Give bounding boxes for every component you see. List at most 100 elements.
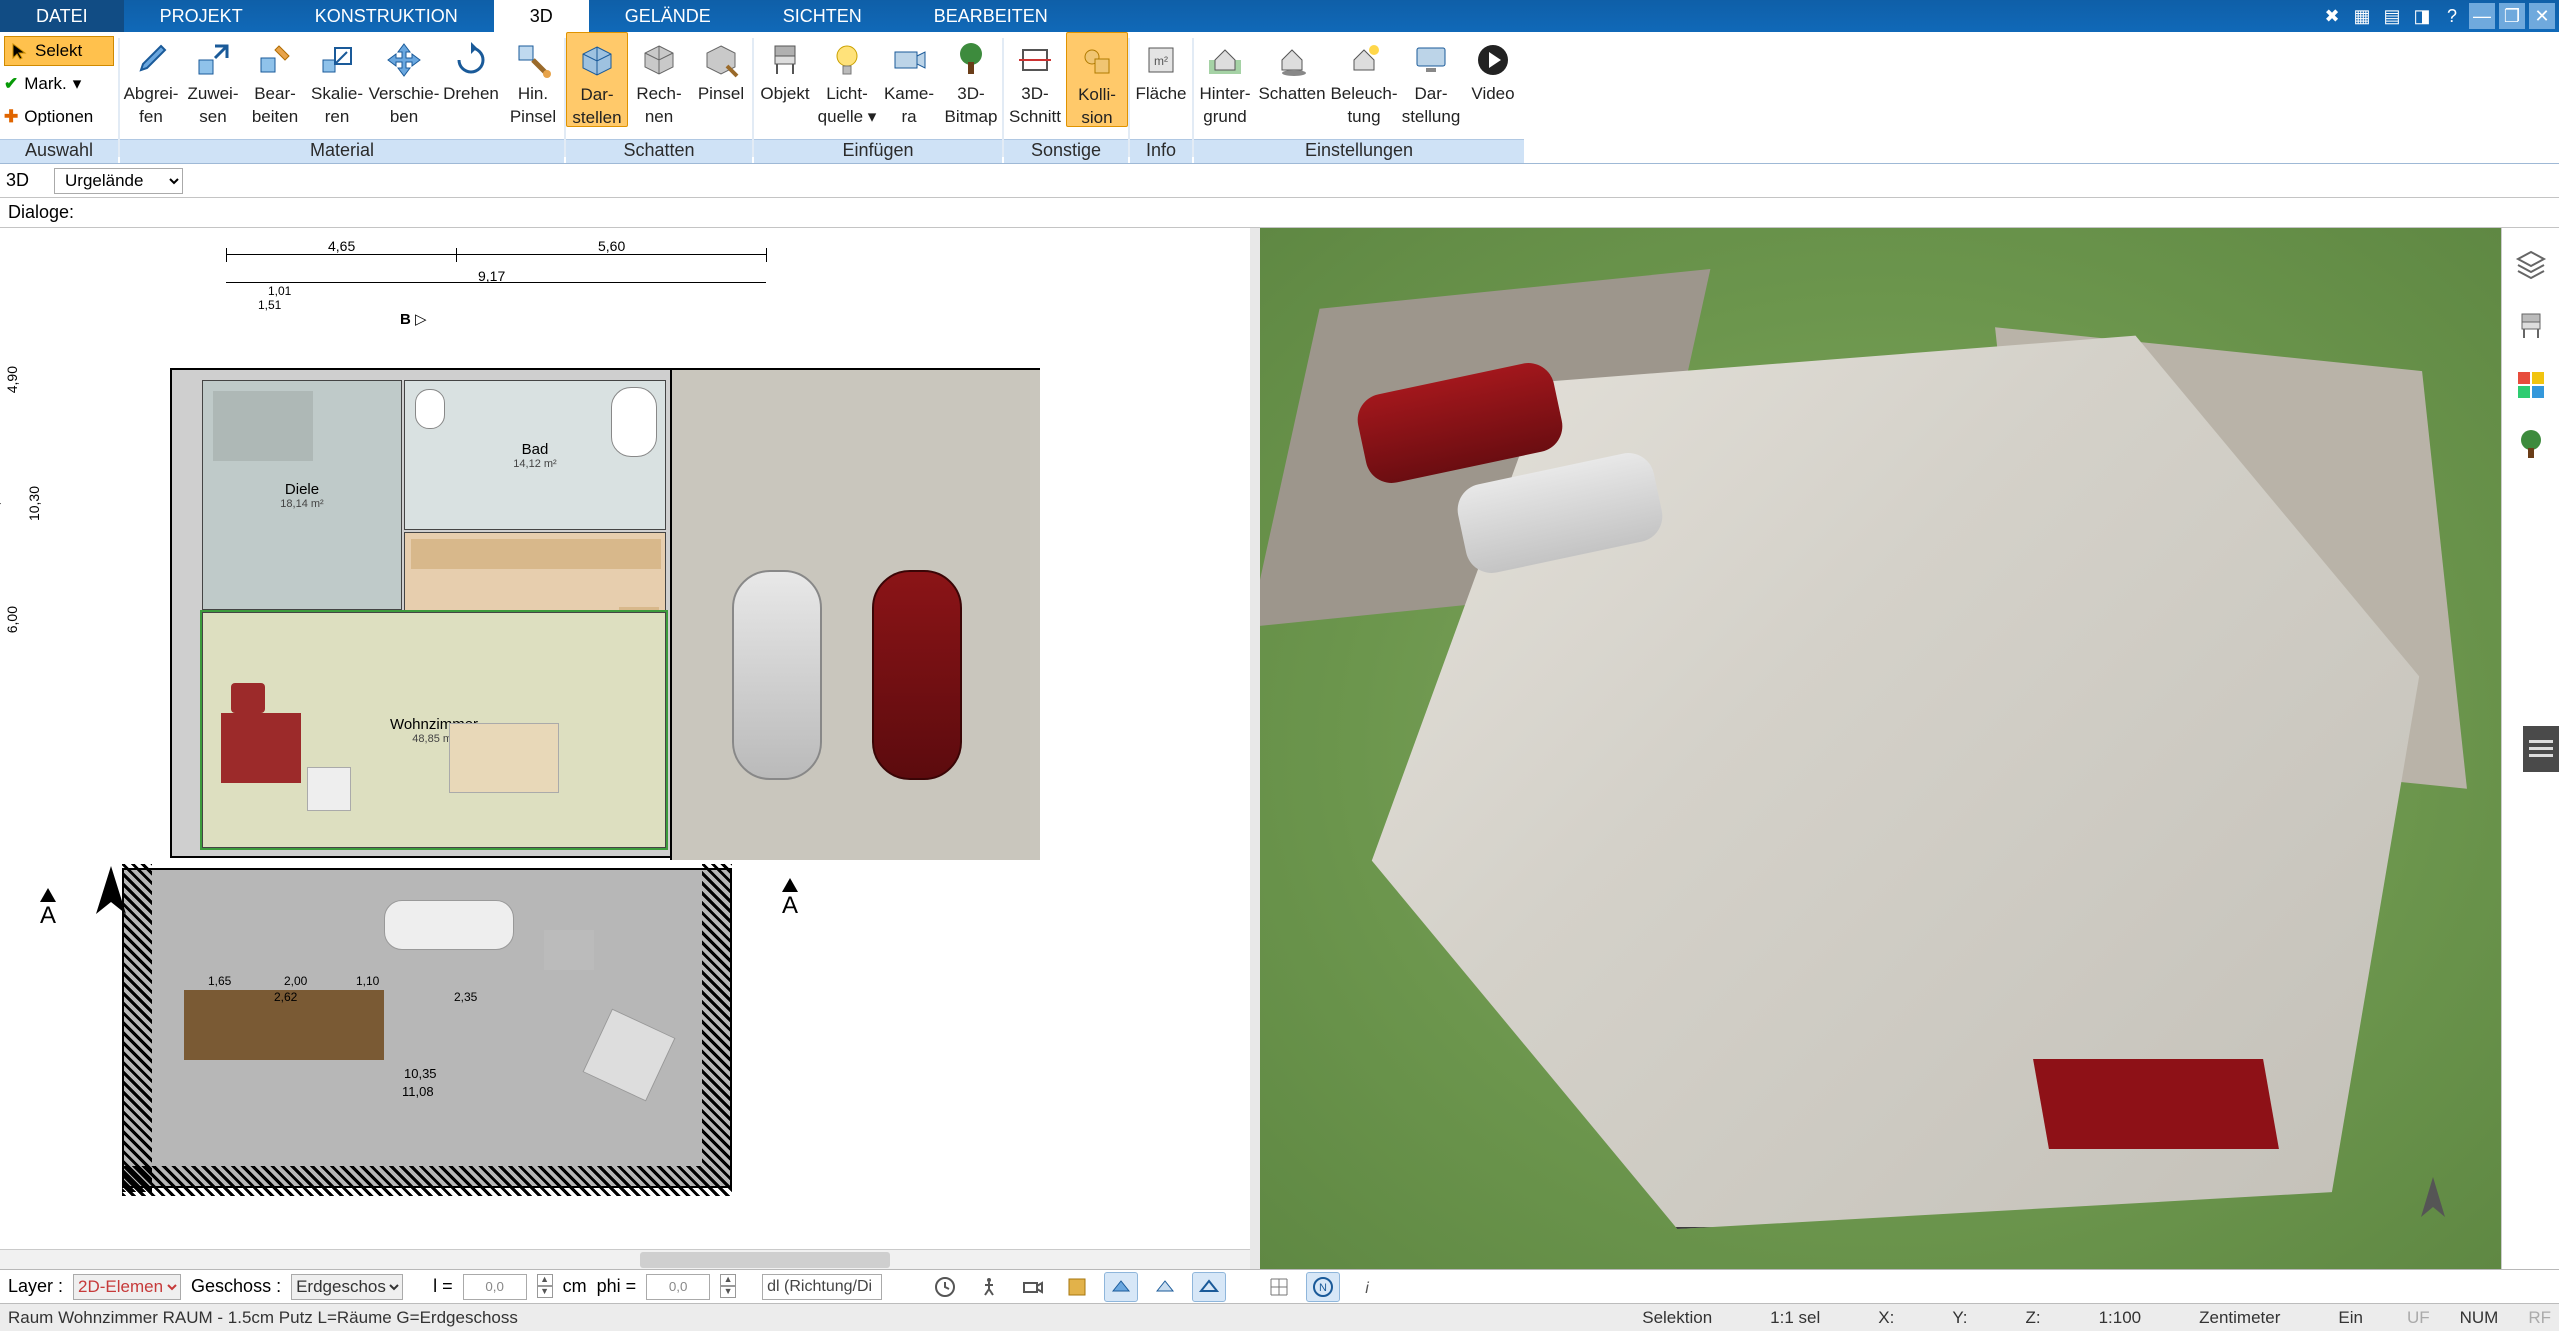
floorplan-pane[interactable]: 4,65 5,60 9,17 1,01 1,51 B ▷ 4,90 6,00 1…	[0, 228, 1250, 1269]
scrollbar-h[interactable]	[0, 1249, 1250, 1269]
car-red[interactable]	[872, 570, 962, 780]
btn-beleuchtung[interactable]: Beleuch-tung	[1328, 32, 1400, 125]
layer-select[interactable]: 2D-Elemen	[73, 1274, 181, 1300]
bb-camera[interactable]	[1016, 1272, 1050, 1302]
btn-hinpinsel[interactable]: Hin.Pinsel	[502, 32, 564, 125]
bb-transp1[interactable]	[1104, 1272, 1138, 1302]
btn-video[interactable]: Video	[1462, 32, 1524, 125]
l-input[interactable]	[463, 1274, 527, 1300]
phi-spinner[interactable]: ▲▼	[720, 1274, 736, 1300]
tb-icon-help[interactable]: ?	[2439, 3, 2465, 29]
status-selcount: 1:1 sel	[1756, 1308, 1834, 1328]
status-x: X:	[1864, 1308, 1908, 1328]
btn-pinsel[interactable]: Pinsel	[690, 32, 752, 125]
l-spinner[interactable]: ▲▼	[537, 1274, 553, 1300]
collision-icon	[1077, 41, 1117, 81]
menu-file[interactable]: DATEI	[0, 0, 124, 32]
room-bad[interactable]: Bad 14,12 m²	[404, 380, 666, 530]
bb-transp3[interactable]	[1192, 1272, 1226, 1302]
menu-views[interactable]: SICHTEN	[747, 0, 898, 32]
direction-field[interactable]	[762, 1274, 882, 1300]
menu-edit[interactable]: BEARBEITEN	[898, 0, 1084, 32]
3d-view-pane[interactable]	[1260, 228, 2501, 1269]
bb-clock[interactable]	[928, 1272, 962, 1302]
btn-schatten-set[interactable]: Schatten	[1256, 32, 1328, 125]
options-tool[interactable]: ✚ Optionen	[4, 102, 114, 132]
bb-shade[interactable]	[1060, 1272, 1094, 1302]
btn-3d-schnitt[interactable]: 3D-Schnitt	[1004, 32, 1066, 125]
tb-minimize[interactable]: —	[2469, 3, 2495, 29]
check-icon: ✔	[4, 74, 18, 94]
pane-splitter[interactable]	[1250, 228, 1260, 1269]
menu-terrain[interactable]: GELÄNDE	[589, 0, 747, 32]
room-diele[interactable]: Diele 18,14 m²	[202, 380, 402, 610]
select-label: Selekt	[35, 41, 82, 61]
ribbon: Selekt ✔ Mark. ▾ ✚ Optionen Auswahl Abgr…	[0, 32, 2559, 164]
tb-maximize[interactable]: ❐	[2499, 3, 2525, 29]
lightbulb-icon	[827, 40, 867, 80]
status-ein: Ein	[2324, 1308, 2377, 1328]
menu-3d[interactable]: 3D	[494, 0, 589, 32]
group-schatten: Schatten	[566, 139, 752, 163]
right-flyout-handle[interactable]	[2523, 726, 2559, 772]
btn-lichtquelle[interactable]: Licht-quelle ▾	[816, 32, 878, 125]
btn-darstellen[interactable]: Dar-stellen	[566, 32, 628, 127]
mark-label: Mark.	[24, 74, 67, 94]
tb-icon-layers[interactable]: ▤	[2379, 3, 2405, 29]
tree-panel-icon[interactable]	[2514, 428, 2548, 462]
menu-project[interactable]: PROJEKT	[124, 0, 279, 32]
tb-icon-palette[interactable]: ▦	[2349, 3, 2375, 29]
bb-info[interactable]: i	[1350, 1272, 1384, 1302]
room-wohnzimmer[interactable]: Wohnzimmer 48,85 m²	[202, 612, 666, 848]
btn-drehen[interactable]: Drehen	[440, 32, 502, 125]
phi-input[interactable]	[646, 1274, 710, 1300]
move-icon	[384, 40, 424, 80]
brush-icon	[701, 40, 741, 80]
bb-walk[interactable]	[972, 1272, 1006, 1302]
bb-north[interactable]: N	[1306, 1272, 1340, 1302]
workarea: 4,65 5,60 9,17 1,01 1,51 B ▷ 4,90 6,00 1…	[0, 228, 2559, 1269]
camera-icon	[889, 40, 929, 80]
btn-abgreifen[interactable]: Abgrei-fen	[120, 32, 182, 125]
btn-verschieben[interactable]: Verschie-ben	[368, 32, 440, 125]
mark-tool[interactable]: ✔ Mark. ▾	[4, 69, 114, 99]
btn-rechnen[interactable]: Rech-nen	[628, 32, 690, 125]
edit-material-icon	[255, 40, 295, 80]
layers-icon[interactable]	[2514, 248, 2548, 282]
btn-skalieren[interactable]: Skalie-ren	[306, 32, 368, 125]
tb-icon-3d[interactable]: ◨	[2409, 3, 2435, 29]
scale-icon	[317, 40, 357, 80]
svg-text:N: N	[1319, 1282, 1327, 1294]
3d-scene	[1260, 228, 2501, 1269]
menu-construction[interactable]: KONSTRUKTION	[279, 0, 494, 32]
bb-transp2[interactable]	[1148, 1272, 1182, 1302]
geschoss-select[interactable]: Erdgeschos	[291, 1274, 403, 1300]
btn-bearbeiten[interactable]: Bear-beiten	[244, 32, 306, 125]
btn-3d-bitmap[interactable]: 3D-Bitmap	[940, 32, 1002, 125]
tb-icon-tools[interactable]: ✖	[2319, 3, 2345, 29]
btn-zuweisen[interactable]: Zuwei-sen	[182, 32, 244, 125]
group-info: Info	[1130, 139, 1192, 163]
scrollbar-thumb[interactable]	[640, 1252, 890, 1268]
btn-flaeche[interactable]: m² Fläche	[1130, 32, 1192, 125]
statusbar: Raum Wohnzimmer RAUM - 1.5cm Putz L=Räum…	[0, 1303, 2559, 1331]
cursor-icon	[11, 42, 29, 60]
sofa-3d[interactable]	[2033, 1059, 2279, 1149]
group-auswahl: Auswahl	[0, 139, 118, 163]
car-silver[interactable]	[732, 570, 822, 780]
terrain-select[interactable]: Urgelände	[54, 168, 183, 194]
btn-hintergrund[interactable]: Hinter-grund	[1194, 32, 1256, 125]
status-y: Y:	[1938, 1308, 1981, 1328]
btn-objekt[interactable]: Objekt	[754, 32, 816, 125]
btn-darstellung[interactable]: Dar-stellung	[1400, 32, 1462, 125]
bb-grid[interactable]	[1262, 1272, 1296, 1302]
color-palette-icon[interactable]	[2514, 368, 2548, 402]
btn-kollision[interactable]: Kolli-sion	[1066, 32, 1128, 127]
tb-close[interactable]: ✕	[2529, 3, 2555, 29]
select-tool[interactable]: Selekt	[4, 36, 114, 66]
selection-block: Selekt ✔ Mark. ▾ ✚ Optionen	[0, 32, 118, 136]
status-selektion: Selektion	[1628, 1308, 1726, 1328]
chair-icon[interactable]	[2514, 308, 2548, 342]
l-unit: cm	[563, 1276, 587, 1297]
btn-kamera[interactable]: Kame-ra	[878, 32, 940, 125]
